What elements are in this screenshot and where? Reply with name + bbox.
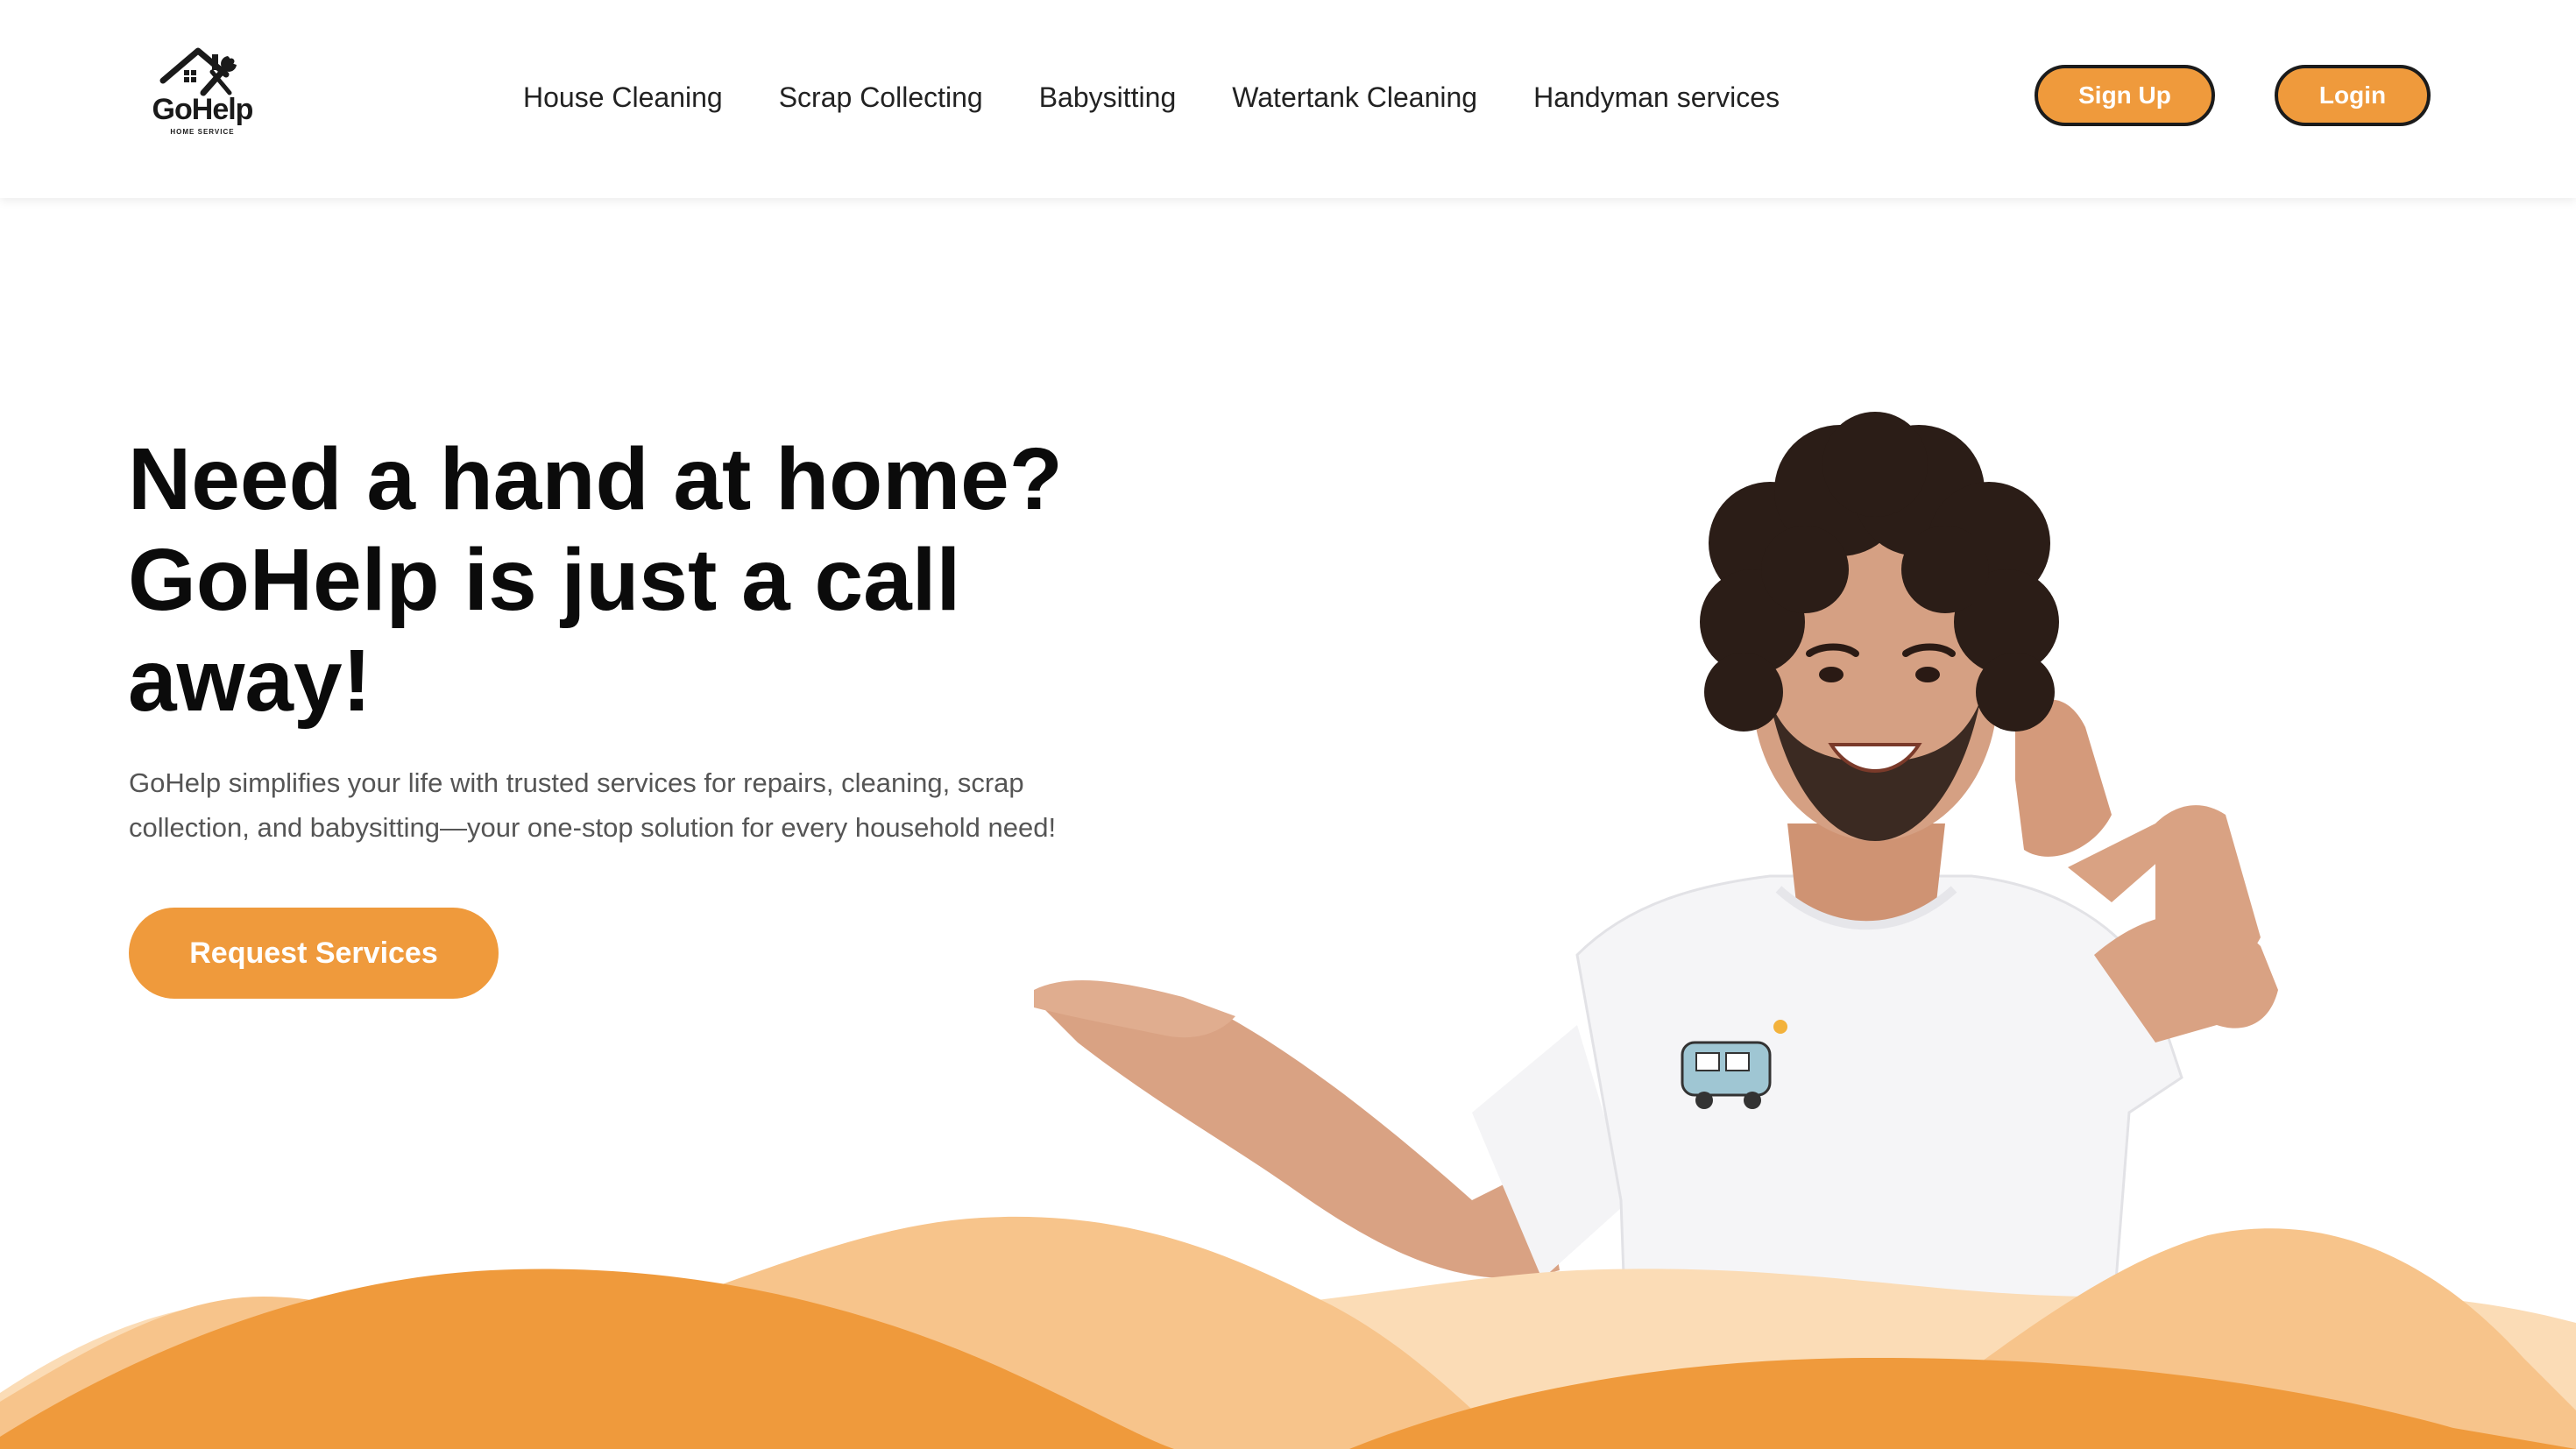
gohelp-logo[interactable]: GoHelp HOME SERVICE bbox=[145, 46, 259, 140]
nav-handyman-services[interactable]: Handyman services bbox=[1533, 81, 1780, 114]
logo-wordmark: GoHelp bbox=[152, 93, 254, 126]
landing-page: GoHelp HOME SERVICE House Cleaning Scrap… bbox=[0, 0, 2576, 1449]
nav-babysitting[interactable]: Babysitting bbox=[1039, 81, 1177, 114]
hero-description: GoHelp simplifies your life with trusted… bbox=[129, 767, 1057, 843]
house-wrench-icon bbox=[159, 47, 237, 96]
logo-tagline: HOME SERVICE bbox=[170, 128, 235, 136]
main-nav: House Cleaning Scrap Collecting Babysitt… bbox=[523, 75, 1780, 119]
login-button[interactable]: Login bbox=[2275, 65, 2431, 126]
nav-scrap-collecting[interactable]: Scrap Collecting bbox=[779, 81, 983, 114]
site-header: GoHelp HOME SERVICE House Cleaning Scrap… bbox=[0, 0, 2576, 198]
nav-watertank-cleaning[interactable]: Watertank Cleaning bbox=[1232, 81, 1477, 114]
hero-image bbox=[1016, 412, 2401, 1449]
nav-house-cleaning[interactable]: House Cleaning bbox=[523, 81, 723, 114]
request-services-button[interactable]: Request Services bbox=[129, 908, 499, 999]
signup-button[interactable]: Sign Up bbox=[2035, 65, 2215, 126]
hero-title: Need a hand at home? GoHelp is just a ca… bbox=[128, 430, 1063, 730]
